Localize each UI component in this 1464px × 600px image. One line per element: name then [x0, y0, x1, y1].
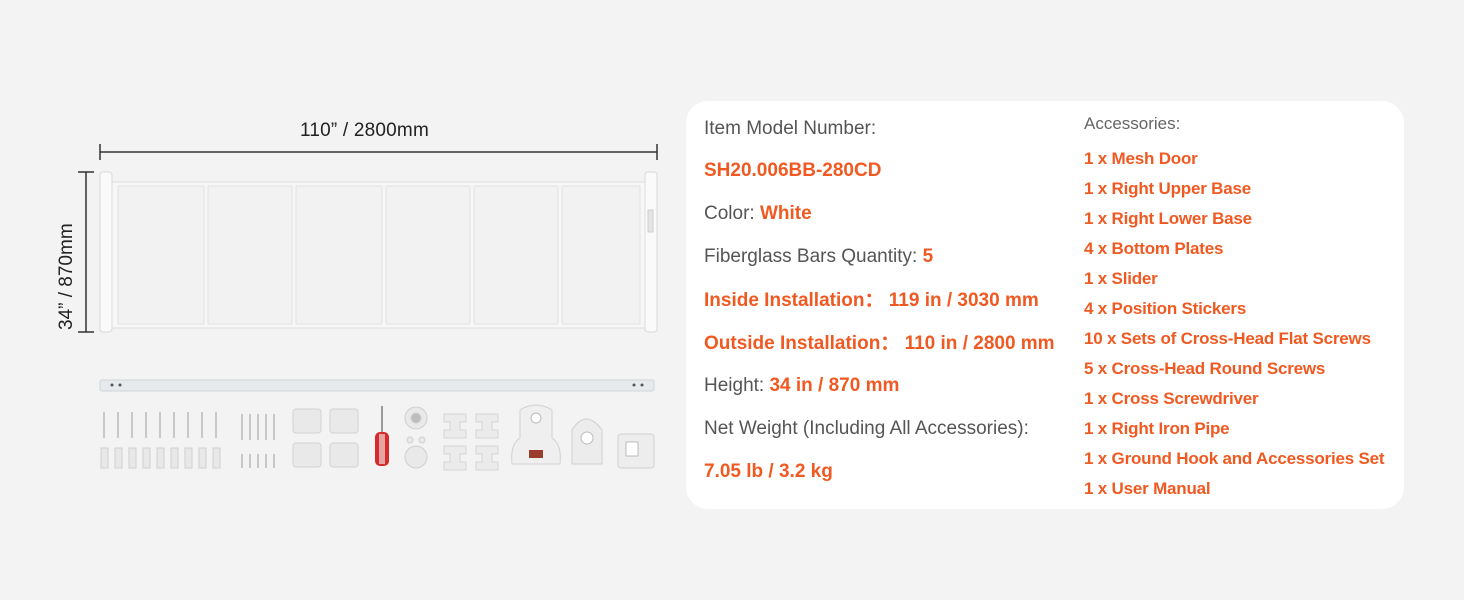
bars-label: Fiberglass Bars Quantity: — [704, 246, 918, 267]
height-dimension-line — [78, 171, 94, 333]
accessory-item: 4 x Position Stickers — [1084, 299, 1247, 318]
net-weight-label: Net Weight (Including All Accessories): — [704, 418, 1029, 439]
wall-anchors — [100, 447, 221, 469]
accessory-item: 1 x Mesh Door — [1084, 149, 1198, 168]
screws-set — [103, 412, 217, 438]
right-upper-base — [511, 404, 561, 465]
accessory-item: 1 x User Manual — [1084, 479, 1211, 498]
small-screws — [241, 414, 275, 468]
color-value: White — [759, 203, 812, 224]
product-illustration-area: 110” / 2800mm 34” / 870mm — [0, 0, 680, 600]
model-number-label: Item Model Number: — [704, 118, 877, 139]
net-weight-value: 7.05 lb / 3.2 kg — [704, 461, 833, 482]
accessory-item: 1 x Right Lower Base — [1084, 209, 1252, 228]
bars-value: 5 — [922, 246, 934, 267]
right-lower-base — [571, 418, 603, 465]
mesh-door — [99, 171, 658, 333]
inside-installation-value: 119 in / 3030 mm — [888, 290, 1039, 311]
screwdriver — [375, 406, 389, 466]
accessory-item: 1 x Right Upper Base — [1084, 179, 1251, 198]
color-spec: Color: White — [704, 202, 812, 226]
bottom-plates — [292, 408, 359, 468]
accessory-item: 1 x Right Iron Pipe — [1084, 419, 1230, 438]
height-spec: Height: 34 in / 870 mm — [704, 374, 899, 398]
accessory-item: 1 x Ground Hook and Accessories Set — [1084, 449, 1385, 468]
height-label: Height: — [704, 375, 765, 396]
accessory-item: 4 x Bottom Plates — [1084, 239, 1224, 258]
bars-spec: Fiberglass Bars Quantity: 5 — [704, 245, 933, 269]
slider — [404, 406, 428, 469]
accessory-item: 5 x Cross-Head Round Screws — [1084, 359, 1326, 378]
position-stickers — [443, 413, 499, 471]
inside-installation-label: Inside Installation： — [704, 290, 884, 311]
accessories-list: 1 x Mesh Door 1 x Right Upper Base 1 x R… — [1084, 144, 1385, 504]
model-number-value: SH20.006BB-280CD — [704, 160, 882, 181]
spec-card: Item Model Number: SH20.006BB-280CD Colo… — [686, 101, 1404, 509]
accessories-title: Accessories: — [1084, 114, 1181, 133]
accessory-item: 10 x Sets of Cross-Head Flat Screws — [1084, 329, 1371, 348]
inside-installation-spec: Inside Installation： 119 in / 3030 mm — [704, 289, 1039, 313]
width-dimension-line — [99, 144, 658, 160]
outside-installation-value: 110 in / 2800 mm — [904, 333, 1055, 354]
height-value: 34 in / 870 mm — [769, 375, 900, 396]
accessory-item: 1 x Slider — [1084, 269, 1158, 288]
outside-installation-label: Outside Installation： — [704, 333, 900, 354]
outside-installation-spec: Outside Installation： 110 in / 2800 mm — [704, 332, 1055, 356]
iron-pipe — [99, 379, 655, 392]
accessory-item: 1 x Cross Screwdriver — [1084, 389, 1259, 408]
gate-illustration — [78, 144, 658, 471]
ground-hook-set — [617, 433, 655, 469]
color-label: Color: — [704, 203, 755, 224]
